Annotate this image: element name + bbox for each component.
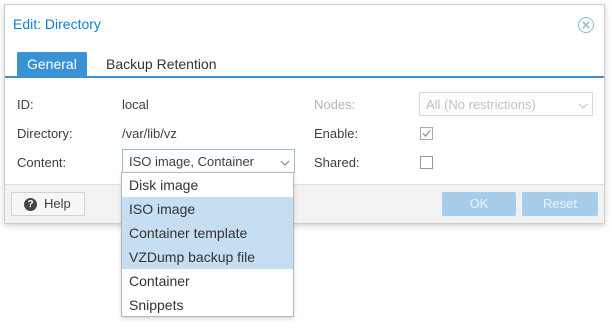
content-select-value: ISO image, Container	[129, 154, 255, 169]
chevron-down-icon	[578, 99, 588, 114]
question-circle-icon: ?	[24, 198, 37, 211]
dialog-footer: ? Help OK Reset	[5, 184, 604, 223]
dialog-titlebar: Edit: Directory	[5, 5, 604, 45]
content-label: Content:	[17, 155, 67, 170]
nodes-select: All (No restrictions)	[419, 92, 593, 116]
content-option-vzdump-backup-file[interactable]: VZDump backup file	[122, 245, 293, 269]
content-select[interactable]: ISO image, Container	[122, 149, 295, 173]
nodes-select-value: All (No restrictions)	[426, 97, 536, 112]
close-icon[interactable]	[578, 17, 594, 33]
dialog-title: Edit: Directory	[13, 16, 101, 32]
tab-underline	[5, 76, 604, 78]
id-value: local	[122, 97, 149, 112]
nodes-label: Nodes:	[314, 97, 356, 112]
reset-button[interactable]: Reset	[522, 192, 598, 216]
directory-label: Directory:	[17, 126, 73, 141]
general-form: ID: local Directory: /var/lib/vz Content…	[5, 80, 604, 185]
shared-label: Shared:	[314, 155, 360, 170]
tab-backup-retention[interactable]: Backup Retention	[96, 52, 227, 76]
help-button[interactable]: ? Help	[11, 192, 85, 216]
content-dropdown-list: Disk image ISO image Container template …	[121, 172, 294, 317]
ok-button[interactable]: OK	[442, 192, 516, 216]
directory-value: /var/lib/vz	[122, 126, 177, 141]
tab-general[interactable]: General	[17, 52, 87, 76]
checkmark-icon	[422, 130, 431, 137]
content-option-snippets[interactable]: Snippets	[122, 293, 293, 317]
enable-label: Enable:	[314, 126, 359, 141]
content-option-iso-image[interactable]: ISO image	[122, 197, 293, 221]
edit-directory-dialog: Edit: Directory General Backup Retention…	[4, 4, 605, 224]
content-option-container[interactable]: Container	[122, 269, 293, 293]
shared-checkbox[interactable]	[420, 156, 433, 169]
content-option-disk-image[interactable]: Disk image	[122, 173, 293, 197]
tab-bar: General Backup Retention	[5, 45, 604, 78]
id-label: ID:	[17, 97, 34, 112]
content-option-container-template[interactable]: Container template	[122, 221, 293, 245]
enable-checkbox[interactable]	[420, 127, 433, 140]
chevron-down-icon[interactable]	[280, 156, 290, 171]
help-button-label: Help	[44, 196, 71, 211]
